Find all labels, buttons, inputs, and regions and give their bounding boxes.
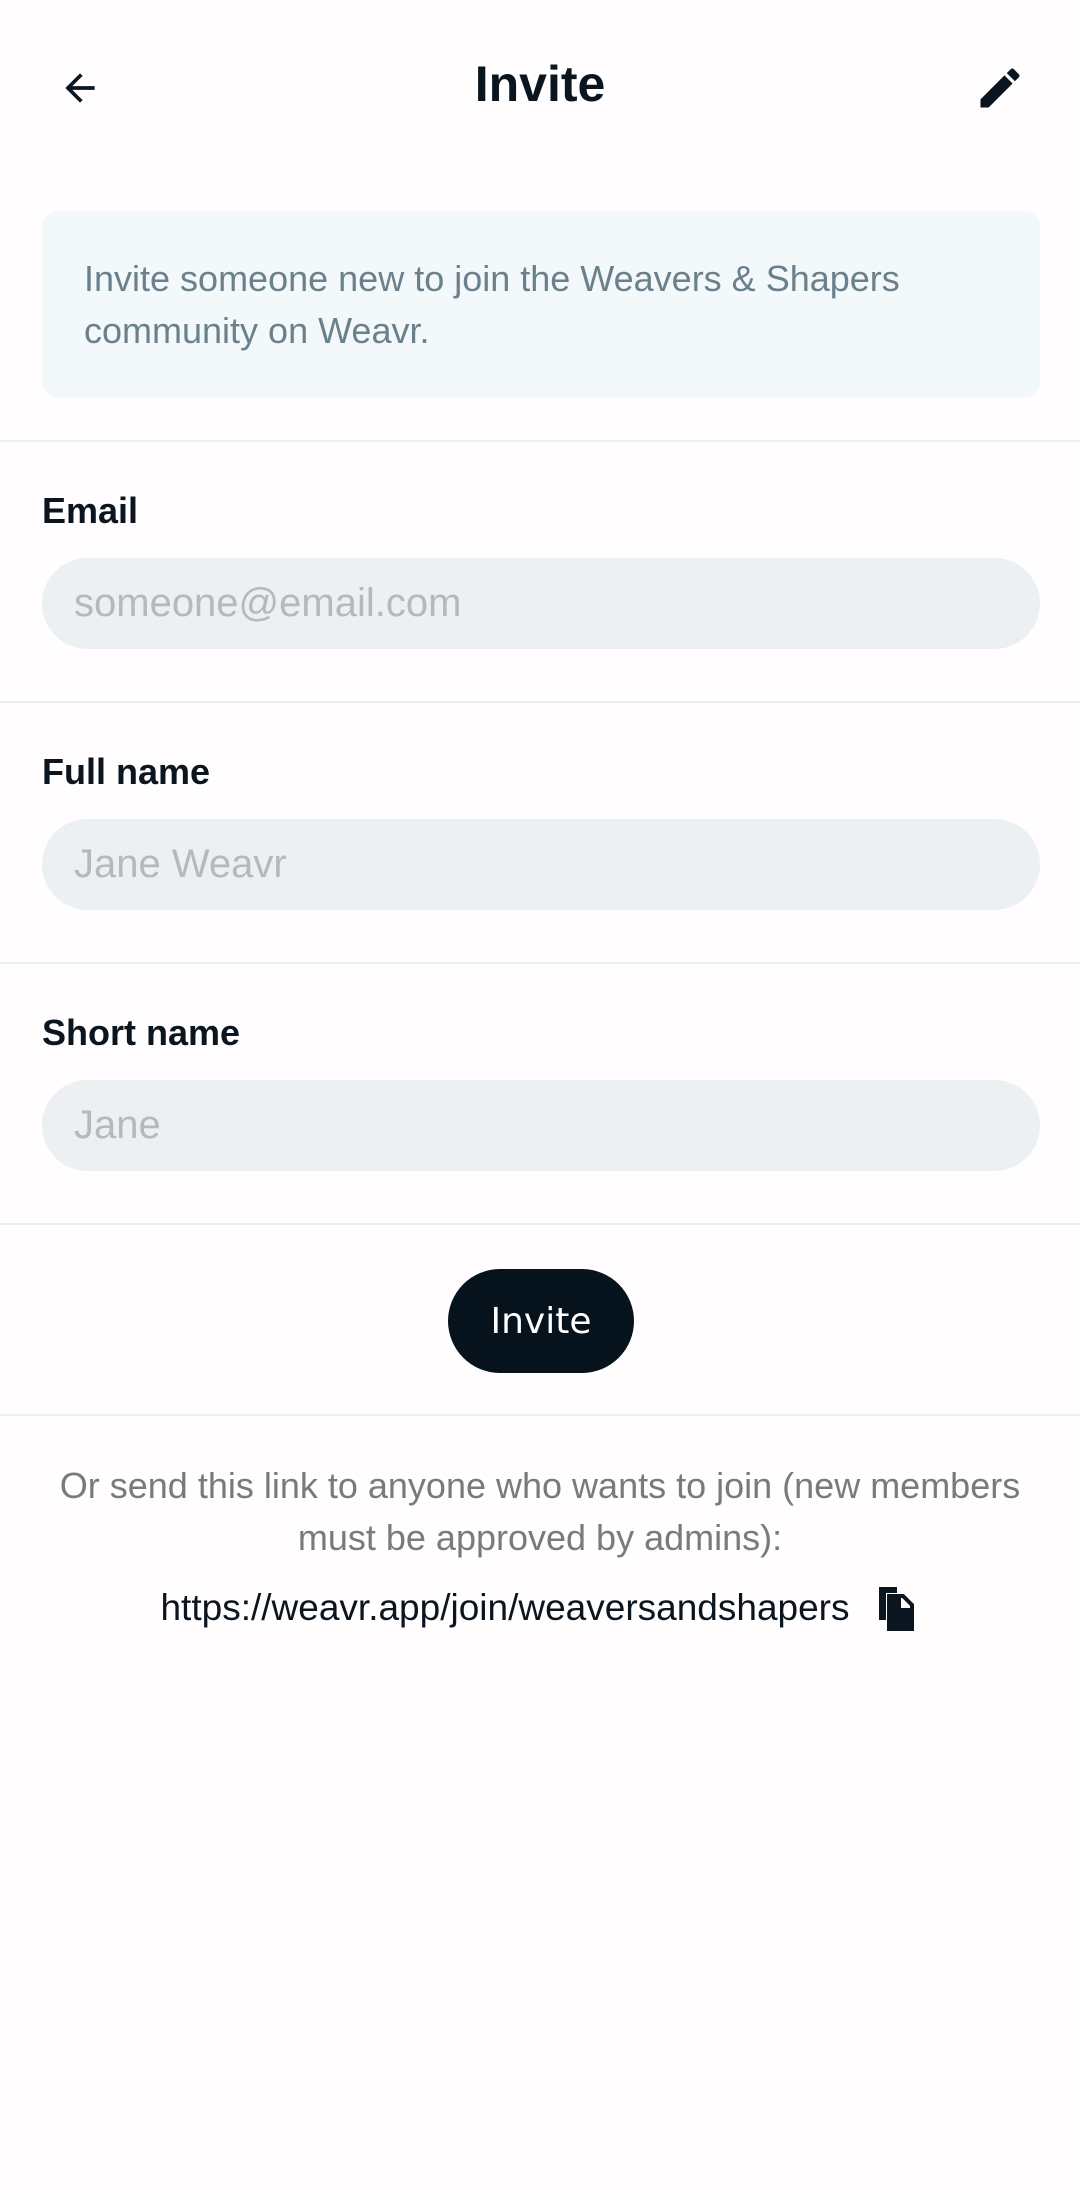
email-label: Email xyxy=(42,490,139,531)
edit-button[interactable] xyxy=(960,48,1040,128)
short-name-field[interactable] xyxy=(42,1080,1040,1171)
divider xyxy=(0,962,1080,964)
divider xyxy=(0,1414,1080,1416)
divider xyxy=(0,440,1080,442)
full-name-label: Full name xyxy=(42,751,211,792)
copy-icon xyxy=(878,1587,914,1631)
info-banner: Invite someone new to join the Weavers &… xyxy=(42,211,1040,398)
share-link-note: Or send this link to anyone who wants to… xyxy=(59,1465,1021,1558)
pencil-icon xyxy=(980,68,1020,108)
invite-button[interactable]: Invite xyxy=(448,1269,634,1373)
email-field[interactable] xyxy=(42,558,1040,649)
full-name-field[interactable] xyxy=(42,819,1040,910)
join-link[interactable]: https://weavr.app/join/weaversandshapers xyxy=(160,1582,849,1634)
app-header: Invite xyxy=(0,0,1080,172)
page-title: Invite xyxy=(474,56,606,112)
divider xyxy=(0,1223,1080,1225)
short-name-label: Short name xyxy=(42,1012,241,1053)
share-link-row: https://weavr.app/join/weaversandshapers xyxy=(0,1578,1080,1638)
divider xyxy=(0,701,1080,703)
copy-link-button[interactable] xyxy=(870,1583,920,1633)
